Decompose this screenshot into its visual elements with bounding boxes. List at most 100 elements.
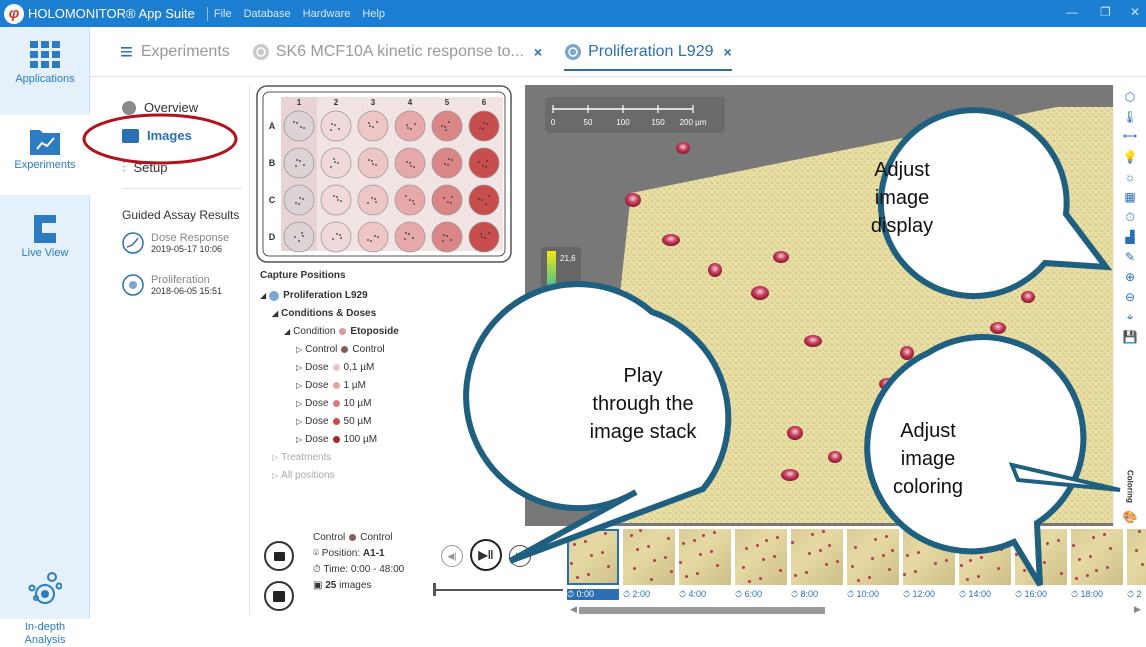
timer-icon[interactable]: ⏱ bbox=[1122, 209, 1138, 225]
well-cell-dot bbox=[407, 127, 409, 129]
tree-dose[interactable]: ▷ Dose 0,1 µM bbox=[296, 362, 374, 373]
thumbnail[interactable]: ⏱ 14:00 bbox=[959, 529, 1011, 603]
thumbnail[interactable]: ⏱ 4:00 bbox=[679, 529, 731, 603]
menu-file[interactable]: File bbox=[214, 8, 232, 20]
tab-experiments[interactable]: ≡ Experiments bbox=[120, 39, 230, 65]
app-in-depth-analysis[interactable]: In-depth Analysis bbox=[0, 559, 90, 646]
3d-cell-image[interactable]: 0 50 100 150 200 µm 21,6 17,3 13,0 bbox=[525, 85, 1113, 526]
plate-well[interactable] bbox=[320, 110, 352, 142]
tree-dose[interactable]: ▷ Dose 100 µM bbox=[296, 434, 377, 445]
thumbnail[interactable]: ⏱ 16:00 bbox=[1015, 529, 1067, 603]
experiment-globe-icon bbox=[565, 43, 582, 60]
plate-well[interactable] bbox=[357, 221, 389, 253]
plate-well[interactable] bbox=[431, 147, 463, 179]
plate-well[interactable] bbox=[357, 110, 389, 142]
image-viewer[interactable]: 0 50 100 150 200 µm 21,6 17,3 13,0 bbox=[525, 85, 1113, 526]
close-window-icon[interactable]: ✕ bbox=[1130, 5, 1140, 19]
plate-well[interactable] bbox=[283, 184, 315, 216]
time-slider-track[interactable] bbox=[433, 589, 563, 591]
save-icon[interactable]: 💾 bbox=[1122, 329, 1138, 345]
tab-proliferation-l929[interactable]: Proliferation L929 × bbox=[564, 43, 732, 71]
plate-well[interactable] bbox=[320, 184, 352, 216]
tree-all-positions[interactable]: ▷ All positions bbox=[272, 470, 335, 481]
thumbnail-image bbox=[679, 529, 731, 585]
scroll-right-icon[interactable]: ▶ bbox=[1134, 604, 1141, 615]
plate-well[interactable] bbox=[283, 110, 315, 142]
close-tab-icon[interactable]: × bbox=[724, 44, 732, 60]
plate-well[interactable] bbox=[431, 221, 463, 253]
ruler-icon[interactable]: ✎ bbox=[1122, 249, 1138, 265]
scale-icon[interactable]: ⟷ bbox=[1122, 129, 1138, 145]
thumbnail[interactable]: ⏱ 2:00 bbox=[623, 529, 675, 603]
plate-well[interactable] bbox=[394, 110, 426, 142]
tree-condition-etoposide[interactable]: ◢ Condition Etoposide 👁 bbox=[284, 325, 514, 339]
video-camera-button[interactable] bbox=[264, 541, 294, 571]
eye-icon[interactable]: 👁 bbox=[484, 343, 499, 357]
zoom-in-icon[interactable]: ⊕ bbox=[1122, 269, 1138, 285]
step-back-button[interactable]: ◀| bbox=[441, 545, 463, 567]
menu-hardware[interactable]: Hardware bbox=[303, 8, 351, 20]
plate-well[interactable] bbox=[283, 221, 315, 253]
well-cell-dot bbox=[330, 166, 332, 168]
scroll-thumb[interactable] bbox=[579, 607, 825, 614]
restore-icon[interactable]: ❐ bbox=[1100, 5, 1111, 19]
plate-well[interactable] bbox=[320, 147, 352, 179]
plate-well[interactable] bbox=[468, 110, 500, 142]
minimize-icon[interactable]: — bbox=[1066, 5, 1078, 19]
thumbnail[interactable]: ⏱ 8:00 bbox=[791, 529, 843, 603]
image-snapshot-button[interactable] bbox=[264, 581, 294, 611]
thumbnail[interactable]: ⏱ 2 bbox=[1127, 529, 1146, 603]
plate-well[interactable] bbox=[394, 221, 426, 253]
palette-icon[interactable]: 🎨 bbox=[1122, 509, 1138, 525]
result-dose-response[interactable]: Dose Response 2019-05-17 10:06 bbox=[122, 232, 229, 254]
3d-cube-icon[interactable]: ⬡ bbox=[1122, 89, 1138, 105]
scroll-left-icon[interactable]: ◀ bbox=[570, 604, 577, 615]
result-proliferation[interactable]: Proliferation 2018-06-05 15:51 bbox=[122, 274, 222, 296]
histogram-icon[interactable]: ▟ bbox=[1122, 229, 1138, 245]
tree-treatments[interactable]: ▷ Treatments bbox=[272, 452, 331, 463]
plate-well[interactable] bbox=[468, 221, 500, 253]
time-slider-handle[interactable] bbox=[433, 583, 436, 596]
close-tab-icon[interactable]: × bbox=[534, 44, 542, 60]
menu-database[interactable]: Database bbox=[244, 8, 291, 20]
plate-well[interactable] bbox=[357, 147, 389, 179]
thumbnail[interactable]: ⏱ 18:00 bbox=[1071, 529, 1123, 603]
proliferation-icon bbox=[122, 274, 144, 296]
tree-control[interactable]: ▷ Control Control 👁 bbox=[296, 343, 514, 357]
plate-well[interactable] bbox=[468, 147, 500, 179]
play-pause-button[interactable]: ▶‖ bbox=[470, 539, 502, 571]
light-bulb-icon[interactable]: 💡 bbox=[1122, 149, 1138, 165]
tab-sk6-mcf10a[interactable]: SK6 MCF10A kinetic response to... × bbox=[252, 43, 542, 61]
app-applications[interactable]: Applications bbox=[0, 41, 90, 111]
thumbnail-scrollbar[interactable]: ◀ ▶ bbox=[567, 603, 1146, 617]
plate-well[interactable] bbox=[431, 184, 463, 216]
brightness-icon[interactable]: ☼ bbox=[1122, 169, 1138, 185]
plate-well[interactable] bbox=[431, 110, 463, 142]
app-experiments[interactable]: Experiments bbox=[0, 115, 90, 195]
thermometer-icon[interactable]: 🌡 bbox=[1122, 109, 1138, 125]
thumbnail[interactable]: ⏱ 6:00 bbox=[735, 529, 787, 603]
well-plate[interactable]: 1 2 3 4 5 6 A B C D bbox=[253, 85, 513, 265]
menu-help[interactable]: Help bbox=[362, 8, 385, 20]
thumbnail[interactable]: ⏱ 10:00 bbox=[847, 529, 899, 603]
crosshair-icon[interactable]: ⌖ bbox=[1122, 309, 1138, 325]
well-cell-dot bbox=[406, 124, 408, 126]
tree-dose[interactable]: ▷ Dose 10 µM bbox=[296, 398, 372, 409]
thumbnail[interactable]: ⏱ 12:00 bbox=[903, 529, 955, 603]
tree-conditions[interactable]: ◢ Conditions & Doses bbox=[272, 308, 376, 319]
tree-dose[interactable]: ▷ Dose 1 µM bbox=[296, 380, 366, 391]
plate-well[interactable] bbox=[283, 147, 315, 179]
tree-root[interactable]: ◢ Proliferation L929 bbox=[260, 290, 368, 301]
eye-icon[interactable]: 👁 bbox=[484, 325, 499, 339]
grid-view-icon[interactable]: ▦ bbox=[1122, 189, 1138, 205]
plate-well[interactable] bbox=[357, 184, 389, 216]
plate-well[interactable] bbox=[320, 221, 352, 253]
step-forward-button[interactable]: |▶ bbox=[509, 545, 531, 567]
tree-dose[interactable]: ▷ Dose 50 µM bbox=[296, 416, 372, 427]
zoom-out-icon[interactable]: ⊖ bbox=[1122, 289, 1138, 305]
app-live-view[interactable]: Live View bbox=[0, 207, 90, 277]
hamburger-icon[interactable]: ≡ bbox=[120, 39, 133, 65]
plate-well[interactable] bbox=[468, 184, 500, 216]
thumbnail[interactable]: ⏱ 0:00 bbox=[567, 529, 619, 603]
coloring-side-tab[interactable]: Coloring bbox=[1120, 463, 1140, 509]
